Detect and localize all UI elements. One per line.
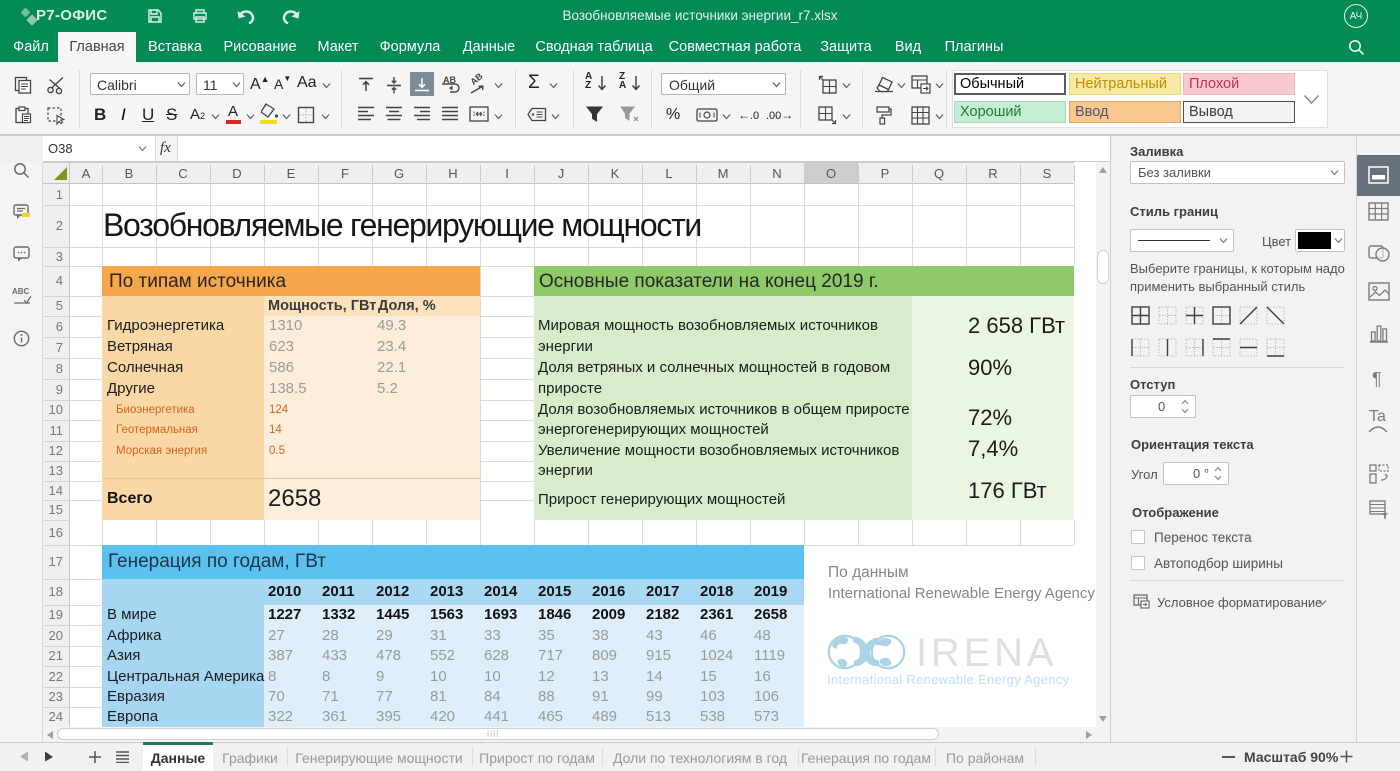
svg-text:International Renewable Energy: International Renewable Energy Agency [827,672,1070,687]
svg-text:IRENA: IRENA [916,631,1057,675]
